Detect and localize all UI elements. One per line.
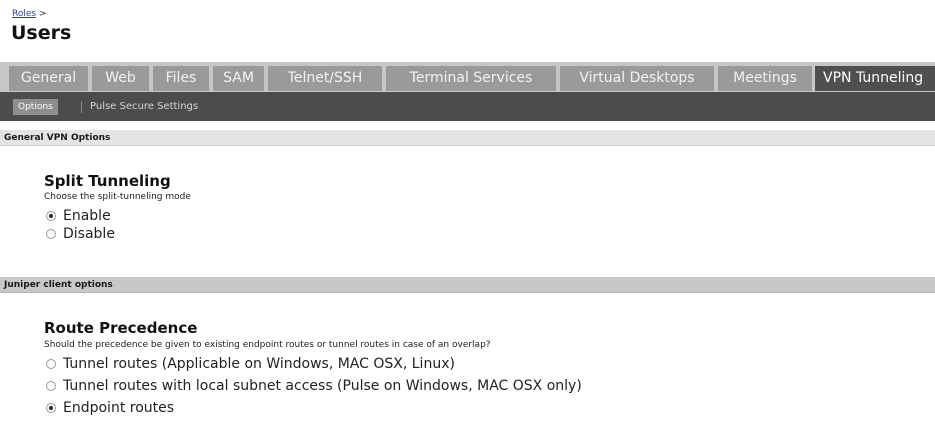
breadcrumb: Roles > <box>12 9 47 19</box>
tab-general[interactable]: General <box>9 66 88 91</box>
radio-disable[interactable] <box>46 229 56 239</box>
route-endpoint-option[interactable]: Endpoint routes <box>46 399 174 417</box>
radio-tunnel-routes-label: Tunnel routes (Applicable on Windows, MA… <box>63 356 455 372</box>
route-tunnel-option[interactable]: Tunnel routes (Applicable on Windows, MA… <box>46 355 455 373</box>
breadcrumb-separator: > <box>38 9 47 19</box>
split-tunneling-disable-option[interactable]: Disable <box>46 225 115 243</box>
tab-terminal-services[interactable]: Terminal Services <box>386 66 556 91</box>
split-tunneling-title: Split Tunneling <box>44 172 171 190</box>
tab-virtual-desktops[interactable]: Virtual Desktops <box>560 66 714 91</box>
subtab-options[interactable]: Options <box>13 99 58 115</box>
page-title: Users <box>11 22 72 44</box>
section-header-juniper-client: Juniper client options <box>0 277 935 293</box>
subtab-pulse-secure-settings[interactable]: Pulse Secure Settings <box>90 99 198 115</box>
radio-tunnel-local-subnet[interactable] <box>46 381 56 391</box>
radio-enable-label: Enable <box>63 208 111 224</box>
subtab-divider <box>81 101 82 113</box>
tab-files[interactable]: Files <box>153 66 209 91</box>
radio-enable[interactable] <box>46 211 56 221</box>
section-header-general-vpn: General VPN Options <box>0 130 935 146</box>
breadcrumb-roles-link[interactable]: Roles <box>12 9 36 19</box>
tab-sam[interactable]: SAM <box>213 66 264 91</box>
tab-web[interactable]: Web <box>92 66 149 91</box>
tab-telnet-ssh[interactable]: Telnet/SSH <box>268 66 382 91</box>
split-tunneling-description: Choose the split-tunneling mode <box>44 192 191 202</box>
radio-tunnel-local-subnet-label: Tunnel routes with local subnet access (… <box>63 378 582 394</box>
radio-disable-label: Disable <box>63 226 115 242</box>
tab-vpn-tunneling[interactable]: VPN Tunneling <box>815 66 935 91</box>
radio-endpoint-routes-label: Endpoint routes <box>63 400 175 416</box>
route-precedence-description: Should the precedence be given to existi… <box>44 340 491 350</box>
radio-endpoint-routes[interactable] <box>46 403 56 413</box>
radio-tunnel-routes[interactable] <box>46 359 56 369</box>
split-tunneling-enable-option[interactable]: Enable <box>46 207 111 225</box>
tab-meetings[interactable]: Meetings <box>718 66 812 91</box>
sub-tab-bar: Options Pulse Secure Settings <box>0 92 935 121</box>
route-tunnel-local-subnet-option[interactable]: Tunnel routes with local subnet access (… <box>46 377 582 395</box>
route-precedence-title: Route Precedence <box>44 319 198 337</box>
tab-bar: General Web Files SAM Telnet/SSH Termina… <box>0 62 935 92</box>
